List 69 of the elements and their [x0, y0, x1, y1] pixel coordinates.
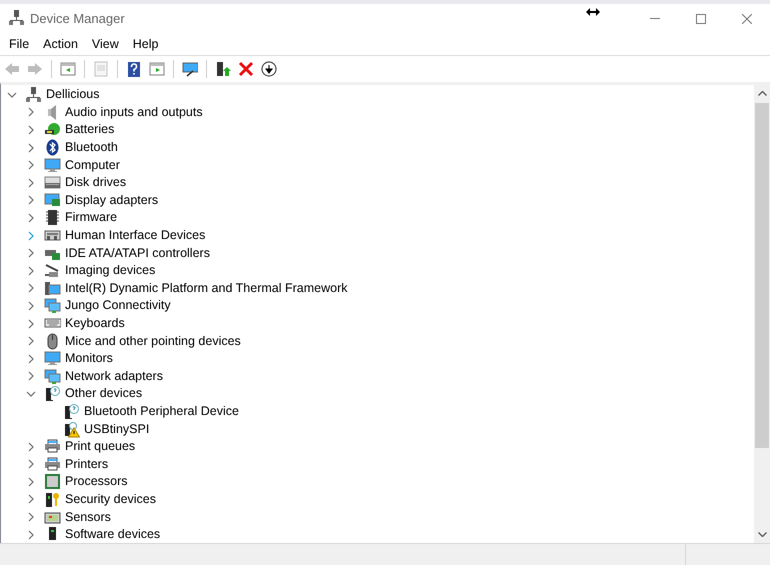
menu-item[interactable]: View: [84, 37, 126, 51]
device-category[interactable]: Security devices: [64, 492, 158, 507]
device-category[interactable]: Disk drives: [64, 175, 128, 190]
scrollbar[interactable]: [754, 85, 770, 543]
device-category[interactable]: Batteries: [64, 122, 116, 138]
device-category[interactable]: Monitors: [64, 351, 114, 366]
monitor-icon: [44, 156, 61, 174]
device-icon: [44, 280, 61, 297]
disk-drive-icon: [44, 174, 61, 192]
device-category[interactable]: Jungo Connectivity: [64, 298, 172, 314]
scrollbar-thumb[interactable]: [755, 103, 769, 448]
device-category[interactable]: Mice and other pointing devices: [64, 334, 242, 349]
download-icon: [261, 60, 277, 76]
chip-icon: [44, 209, 61, 226]
update-driver-icon: [215, 60, 231, 76]
device-category[interactable]: Imaging devices: [64, 263, 156, 278]
minimize-icon: [650, 18, 660, 19]
computer-icon: [25, 86, 42, 104]
properties-icon: [93, 60, 109, 76]
printer-icon: [44, 456, 61, 473]
device-category[interactable]: Bluetooth: [64, 140, 119, 156]
device-category[interactable]: Keyboards: [64, 316, 126, 332]
device-category[interactable]: Human Interface Devices: [64, 228, 206, 244]
unknown-device-icon: [44, 385, 61, 402]
warning-device-icon: [63, 420, 80, 438]
window-title: Device Manager: [30, 11, 125, 26]
device-category[interactable]: Print queues: [64, 439, 136, 454]
device-category[interactable]: Display adapters: [64, 192, 160, 208]
device-category[interactable]: Sensors: [64, 510, 112, 525]
console-tree-icon: [60, 60, 76, 76]
menu-item[interactable]: Help: [126, 37, 166, 51]
menu-item[interactable]: Action: [36, 37, 85, 51]
device-category[interactable]: Audio inputs and outputs: [64, 104, 204, 120]
device-category[interactable]: Processors: [64, 474, 129, 490]
bluetooth-icon: [44, 139, 61, 156]
camera-icon: [44, 262, 61, 280]
help-book-icon: [126, 60, 142, 76]
device-category[interactable]: Software devices: [64, 527, 162, 542]
menu-item[interactable]: File: [2, 37, 36, 51]
device-name[interactable]: Bluetooth Peripheral Device: [83, 404, 240, 419]
forward-icon: [27, 60, 43, 76]
network-icon: [44, 297, 61, 314]
back-icon: [4, 60, 20, 76]
device-category[interactable]: Intel(R) Dynamic Platform and Thermal Framework: [64, 280, 348, 296]
close-icon: [742, 14, 752, 24]
monitor-scan-icon: [182, 60, 198, 76]
device-category[interactable]: Printers: [64, 456, 110, 472]
download-button[interactable]: [259, 58, 279, 78]
printer-icon: [44, 438, 61, 456]
action-pane-icon: [149, 60, 165, 76]
device-category[interactable]: Firmware: [64, 210, 118, 226]
device-name[interactable]: USBtinySPI: [83, 422, 150, 437]
display-adapter-icon: [44, 192, 61, 209]
maximize-icon: [696, 14, 706, 24]
processor-icon: [44, 473, 61, 490]
app-icon: [8, 8, 25, 26]
device-category[interactable]: Network adapters: [64, 368, 164, 384]
unknown-device-icon: [63, 402, 80, 420]
security-device-icon: [44, 490, 61, 508]
device-category[interactable]: Other devices: [64, 386, 144, 402]
computer-name[interactable]: Dellicious: [45, 87, 100, 102]
network-icon: [44, 368, 61, 385]
device-category[interactable]: Computer: [64, 158, 121, 173]
monitor-icon: [44, 350, 61, 368]
uninstall-icon: [238, 60, 254, 76]
chevron-up-icon: [758, 91, 766, 96]
resize-cursor-icon: [586, 8, 600, 16]
device-category[interactable]: IDE ATA/ATAPI controllers: [64, 246, 211, 261]
chevron-down-icon: [758, 532, 766, 537]
